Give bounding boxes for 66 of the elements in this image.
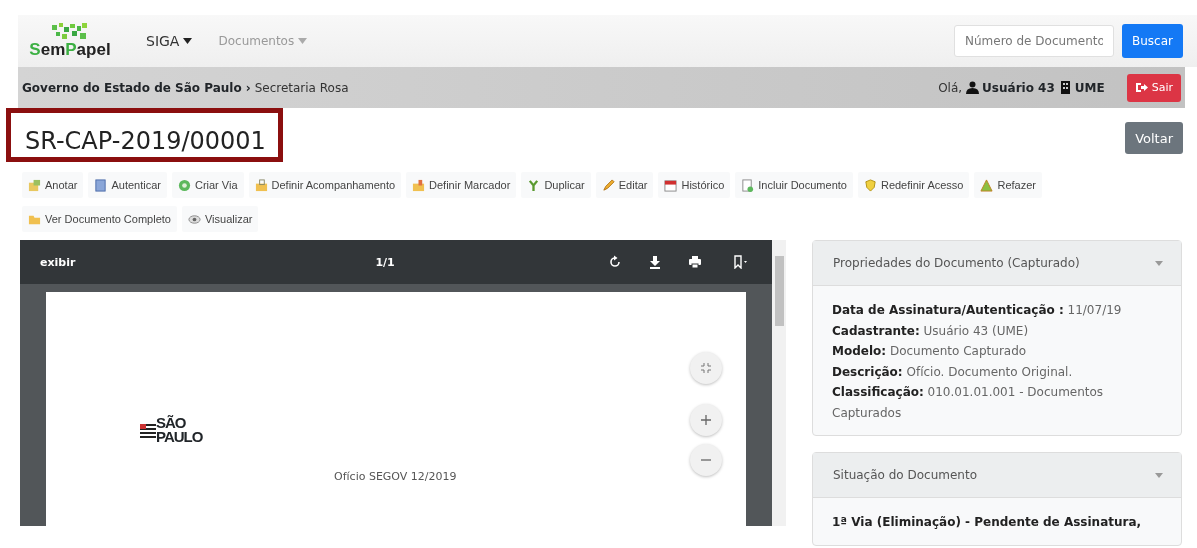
property-line: Data de Assinatura/Autenticação : 11/07/19 (832, 302, 1123, 319)
action-button[interactable]: Definir Marcador (406, 172, 517, 198)
building-icon (1058, 81, 1072, 94)
user-name: Usuário 43 (982, 80, 1055, 95)
action-button[interactable]: Refazer (974, 172, 1042, 198)
property-line: Cadastrante: Usuário 43 (UME) (832, 322, 1030, 340)
pencil-icon (601, 178, 615, 192)
print-icon[interactable] (688, 255, 702, 269)
card-header[interactable]: Situação do Documento (813, 453, 1181, 498)
action-button[interactable]: Histórico (658, 172, 731, 198)
breadcrumb-item: Secretaria Rosa (254, 80, 349, 95)
page-icon (741, 178, 755, 192)
caret-icon (1155, 260, 1163, 266)
folder-icon (412, 178, 426, 192)
folder-icon (254, 178, 268, 192)
action-button[interactable]: Redefinir Acesso (857, 172, 970, 198)
card-header[interactable]: Propriedades do Documento (Capturado) (813, 241, 1181, 286)
action-button[interactable]: Duplicar (521, 172, 591, 198)
action-button[interactable]: Autenticar (88, 172, 167, 198)
action-button[interactable]: Criar Via (171, 172, 244, 198)
rotate-icon[interactable] (608, 255, 622, 269)
viewer-title: exibir (40, 255, 76, 269)
breadcrumb-separator: › (245, 80, 251, 95)
scrollbar[interactable] (772, 240, 786, 526)
caret-icon (1155, 472, 1163, 478)
document-number: SR-CAP-2019/00001 (6, 108, 283, 162)
page-counter: 1/1 (375, 255, 395, 269)
sign-out-icon (1134, 81, 1148, 94)
property-line: Classificação: 010.01.01.001 - Documentos Capturados (832, 384, 1105, 422)
card-title: Propriedades do Documento (Capturado) (833, 256, 1080, 270)
back-button[interactable]: Voltar (1125, 122, 1183, 154)
action-button[interactable]: Anotar (22, 172, 84, 198)
user-icon (966, 81, 980, 94)
property-line: Descrição: Ofício. Documento Original. (832, 363, 1074, 381)
property-line: Modelo: Documento Capturado (832, 343, 1028, 360)
unit-code: UME (1074, 80, 1105, 95)
eye-icon (187, 212, 201, 226)
calendar-icon (664, 178, 678, 192)
plus-icon (700, 414, 712, 426)
action-button[interactable]: Ver Documento Completo (22, 206, 177, 232)
greeting-text: Olá, (938, 80, 963, 95)
breadcrumb-item[interactable]: Governo do Estado de São Paulo (22, 80, 242, 95)
action-button[interactable]: Visualizar (181, 206, 259, 232)
fit-page-icon (700, 362, 712, 374)
logo-text: SÃO (156, 416, 187, 430)
action-button[interactable]: Editar (595, 172, 654, 198)
logout-button[interactable]: Sair (1126, 73, 1181, 102)
action-button[interactable]: Definir Acompanhamento (248, 172, 402, 198)
logo-mosaic-icon (50, 23, 90, 41)
triangle-icon (980, 178, 994, 192)
shield-icon (863, 178, 877, 192)
circle-icon (177, 178, 191, 192)
search-button[interactable]: Buscar (1122, 24, 1183, 58)
property-line: 1ª Via (Eliminação) - Pendente de Assinatura, (832, 514, 1143, 531)
branch-icon (527, 178, 541, 192)
download-icon[interactable] (648, 255, 662, 269)
nav-menu[interactable]: SIGA (146, 33, 193, 49)
document-heading: Ofício SEGOV 12/2019 (334, 470, 457, 483)
logo-wordmark[interactable]: SemPapel (29, 41, 111, 59)
document-icon (94, 178, 108, 192)
caret-icon (183, 38, 193, 44)
logo-text: PAULO (156, 430, 203, 444)
action-button[interactable]: Incluir Documento (735, 172, 853, 198)
card-title: Situação do Documento (833, 468, 977, 482)
notepad-icon (28, 178, 41, 192)
caret-icon (298, 38, 308, 44)
